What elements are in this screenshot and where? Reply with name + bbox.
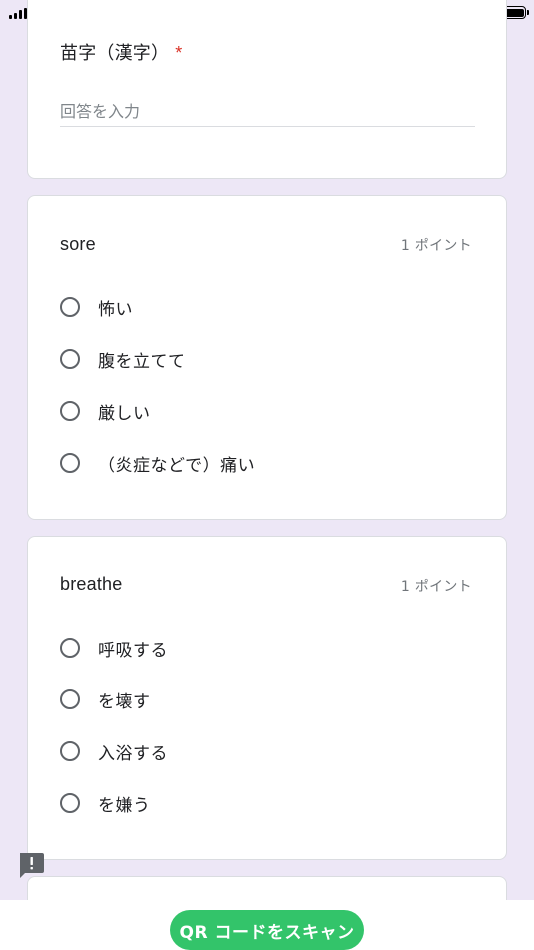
option-item[interactable]: 厳しい [60, 396, 151, 426]
bottom-bar: QR コードをスキャン [0, 900, 534, 950]
question-title: breathe [60, 574, 123, 594]
form-page: 苗字（漢字）* sore 1 ポイント 怖い 腹を立てて 厳しい （炎症などで）… [0, 0, 534, 950]
option-item[interactable]: を嫌う [60, 788, 151, 818]
question-title: 苗字（漢字） * [60, 39, 182, 65]
radio-button[interactable] [60, 638, 80, 658]
radio-button[interactable] [60, 453, 80, 473]
option-item[interactable]: 怖い [60, 292, 133, 322]
question-card-breathe: breathe 1 ポイント 呼吸する を壊す 入浴する を嫌う [27, 536, 507, 860]
surname-input[interactable] [60, 96, 475, 127]
required-mark: * [175, 43, 183, 63]
option-label: を壊す [98, 691, 151, 712]
feedback-icon[interactable] [17, 851, 45, 879]
option-item[interactable]: を壊す [60, 684, 151, 714]
option-item[interactable]: 腹を立てて [60, 344, 186, 374]
option-label: 怖い [98, 299, 133, 320]
option-label: 腹を立てて [98, 351, 186, 372]
radio-button[interactable] [60, 297, 80, 317]
question-title: sore [60, 234, 96, 254]
question-card-sore: sore 1 ポイント 怖い 腹を立てて 厳しい （炎症などで）痛い [27, 195, 507, 520]
radio-button[interactable] [60, 349, 80, 369]
radio-button[interactable] [60, 401, 80, 421]
option-item[interactable]: （炎症などで）痛い [60, 448, 255, 478]
signal-icon [9, 8, 27, 19]
option-label: 呼吸する [98, 640, 168, 661]
option-label: （炎症などで）痛い [98, 455, 256, 476]
question-card-surname: 苗字（漢字） * [27, 0, 507, 179]
option-label: 入浴する [98, 743, 168, 764]
radio-button[interactable] [60, 793, 80, 813]
question-title-text: 苗字（漢字） [60, 43, 170, 63]
option-label: 厳しい [98, 403, 151, 424]
radio-button[interactable] [60, 741, 80, 761]
scan-qr-code-button[interactable]: QR コードをスキャン [170, 910, 364, 950]
radio-button[interactable] [60, 689, 80, 709]
option-item[interactable]: 入浴する [60, 736, 168, 766]
points-label: 1 ポイント [400, 579, 472, 595]
option-label: を嫌う [98, 795, 151, 816]
points-label: 1 ポイント [400, 238, 472, 254]
option-item[interactable]: 呼吸する [60, 633, 168, 663]
